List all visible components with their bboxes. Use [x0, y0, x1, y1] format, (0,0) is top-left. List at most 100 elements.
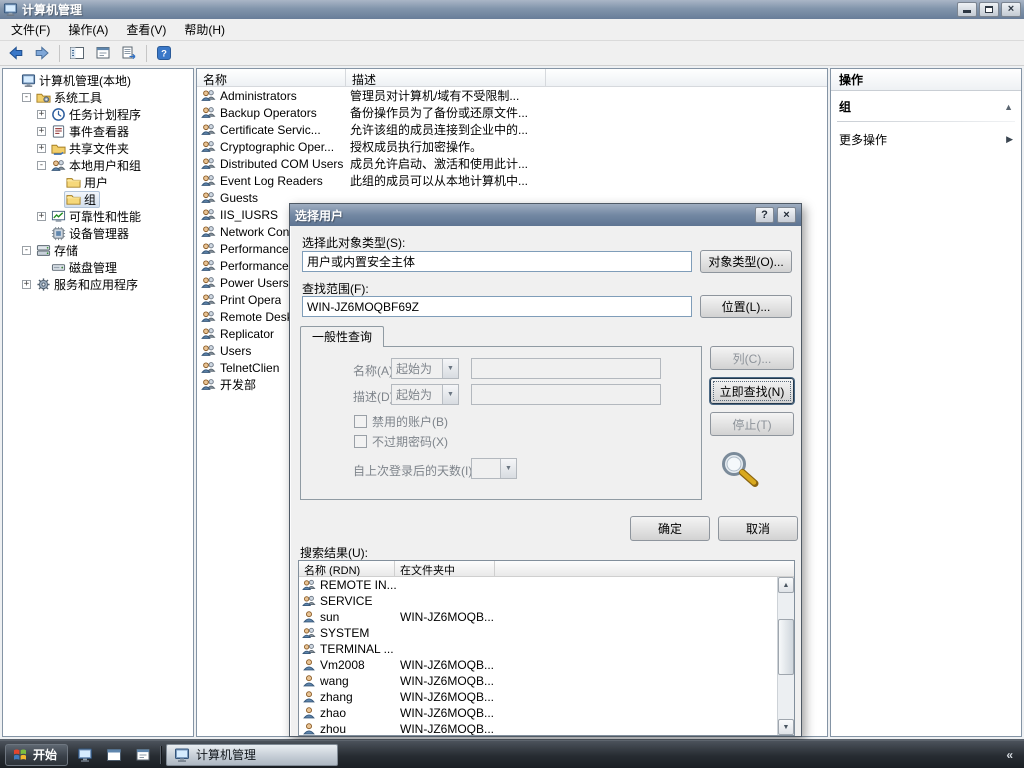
collapse-icon[interactable]: - [22, 93, 31, 102]
expand-icon[interactable]: + [37, 144, 46, 153]
toolbar-separator [146, 44, 147, 62]
tree-item-shared-folders[interactable]: + 共享文件夹 [3, 140, 193, 157]
close-button[interactable]: × [1001, 2, 1021, 17]
tree-item-disk-management[interactable]: 磁盘管理 [3, 259, 193, 276]
actions-section-group[interactable]: 组 ▲ [831, 91, 1021, 119]
description-operator-combo: 起始为 ▼ [391, 384, 459, 405]
quick-launch-desktop-button[interactable] [102, 744, 126, 766]
object-type-input[interactable] [302, 251, 692, 272]
dialog-close-button[interactable]: × [777, 207, 796, 223]
column-header-name[interactable]: 名称 [197, 69, 346, 86]
expand-icon[interactable]: + [22, 280, 31, 289]
location-input[interactable] [302, 296, 692, 317]
tree-item-groups-folder[interactable]: 组 [3, 191, 193, 208]
group-row-distributed-com-users[interactable]: Distributed COM Users 成员允许启动、激活和使用此计... [197, 155, 827, 172]
more-actions-item[interactable]: 更多操作 ▶ [831, 124, 1021, 155]
collapse-icon[interactable]: - [37, 161, 46, 170]
properties-button[interactable] [91, 43, 115, 64]
dialog-help-button[interactable]: ? [755, 207, 774, 223]
results-column-name-rdn[interactable]: 名称 (RDN) [299, 561, 395, 576]
locations-button[interactable]: 位置(L)... [700, 295, 792, 318]
tab-common-queries[interactable]: 一般性查询 [300, 326, 385, 347]
quick-launch-server-button[interactable] [73, 744, 97, 766]
columns-button: 列(C)... [710, 346, 794, 370]
results-column-in-folder[interactable]: 在文件夹中 [395, 561, 495, 576]
result-row-zhou[interactable]: zhou WIN-JZ6MOQB... [299, 721, 777, 735]
window-controls: × [957, 2, 1021, 17]
toolbar-separator [59, 44, 60, 62]
tree-item-system-tools[interactable]: - 系统工具 [3, 89, 193, 106]
tree-item-computer-management-local[interactable]: 计算机管理(本地) [3, 72, 193, 89]
result-row-terminal[interactable]: TERMINAL ... [299, 641, 777, 657]
tree-item-device-manager[interactable]: 设备管理器 [3, 225, 193, 242]
tree-item-label: 磁盘管理 [69, 261, 118, 275]
ok-button[interactable]: 确定 [630, 516, 710, 541]
result-row-vm2008[interactable]: Vm2008 WIN-JZ6MOQB... [299, 657, 777, 673]
device-icon [51, 226, 66, 241]
quick-launch-windows-button[interactable] [131, 744, 155, 766]
start-label: 开始 [33, 748, 58, 762]
menu-action[interactable]: 操作(A) [59, 18, 117, 41]
tree-item-event-viewer[interactable]: + 事件查看器 [3, 123, 193, 140]
group-icon [201, 156, 216, 171]
minimize-button[interactable] [957, 2, 977, 17]
result-row-system[interactable]: SYSTEM [299, 625, 777, 641]
tree-item-task-scheduler[interactable]: + 任务计划程序 [3, 106, 193, 123]
group-row-certificate-servic[interactable]: Certificate Servic... 允许该组的成员连接到企业中的... [197, 121, 827, 138]
show-console-tree-button[interactable] [65, 43, 89, 64]
column-header-description[interactable]: 描述 [346, 69, 546, 86]
tree-item-storage[interactable]: - 存储 [3, 242, 193, 259]
taskbar-task-computer-management[interactable]: 计算机管理 [166, 743, 339, 766]
result-folder: WIN-JZ6MOQB... [400, 722, 494, 735]
find-now-button[interactable]: 立即查找(N) [710, 378, 794, 404]
expand-icon[interactable]: + [37, 110, 46, 119]
result-row-zhang[interactable]: zhang WIN-JZ6MOQB... [299, 689, 777, 705]
group-name: Network Con [220, 224, 290, 239]
back-button[interactable] [4, 43, 28, 64]
tree-item-users-folder[interactable]: 用户 [3, 174, 193, 191]
help-button[interactable]: ? [152, 43, 176, 64]
expand-icon[interactable]: + [37, 212, 46, 221]
taskbar-separator [160, 745, 162, 764]
tree-item-label: 本地用户和组 [69, 159, 142, 173]
scrollbar-thumb[interactable] [778, 619, 794, 675]
tree-item-label: 共享文件夹 [69, 142, 130, 156]
cancel-button[interactable]: 取消 [718, 516, 798, 541]
result-row-sun[interactable]: sun WIN-JZ6MOQB... [299, 609, 777, 625]
export-list-button[interactable] [117, 43, 141, 64]
group-row-backup-operators[interactable]: Backup Operators 备份操作员为了备份或还原文件... [197, 104, 827, 121]
tree-item-services-and-applications[interactable]: + 服务和应用程序 [3, 276, 193, 293]
menu-help[interactable]: 帮助(H) [175, 18, 234, 41]
group-row-administrators[interactable]: Administrators 管理员对计算机/域有不受限制... [197, 87, 827, 104]
group-description: 成员允许启动、激活和使用此计... [350, 157, 529, 171]
result-row-zhao[interactable]: zhao WIN-JZ6MOQB... [299, 705, 777, 721]
tree-item-reliability-and-performance[interactable]: + 可靠性和性能 [3, 208, 193, 225]
group-row-event-log-readers[interactable]: Event Log Readers 此组的成员可以从本地计算机中... [197, 172, 827, 189]
result-row-service[interactable]: SERVICE [299, 593, 777, 609]
result-row-remote-in[interactable]: REMOTE IN... [299, 577, 777, 593]
select-users-dialog: 选择用户 ? × 选择此对象类型(S): 对象类型(O)... 查找范围(F):… [289, 203, 802, 737]
tree-item-body: 用户 [64, 174, 112, 191]
scroll-down-button[interactable]: ▼ [778, 719, 794, 735]
user-icon [302, 722, 316, 735]
scroll-up-button[interactable]: ▲ [778, 577, 794, 593]
taskbar-chevron[interactable]: « [1000, 748, 1019, 762]
stop-button: 停止(T) [710, 412, 794, 436]
actions-panel-title: 操作 [831, 69, 1021, 91]
collapse-section-icon[interactable]: ▲ [1004, 102, 1013, 112]
results-scrollbar[interactable]: ▲ ▼ [777, 577, 794, 735]
group-row-cryptographic-oper[interactable]: Cryptographic Oper... 授权成员执行加密操作。 [197, 138, 827, 155]
object-types-button[interactable]: 对象类型(O)... [700, 250, 792, 273]
menu-view[interactable]: 查看(V) [117, 18, 175, 41]
menu-file[interactable]: 文件(F) [2, 18, 59, 41]
expand-icon[interactable]: + [37, 127, 46, 136]
restore-button[interactable] [979, 2, 999, 17]
dialog-body: 选择此对象类型(S): 对象类型(O)... 查找范围(F): 位置(L)...… [290, 226, 801, 737]
window-title: 计算机管理 [22, 3, 83, 17]
back-icon [8, 45, 24, 61]
collapse-icon[interactable]: - [22, 246, 31, 255]
result-row-wang[interactable]: wang WIN-JZ6MOQB... [299, 673, 777, 689]
tree-item-local-users-and-groups[interactable]: - 本地用户和组 [3, 157, 193, 174]
start-button[interactable]: 开始 [5, 743, 69, 766]
forward-button[interactable] [30, 43, 54, 64]
